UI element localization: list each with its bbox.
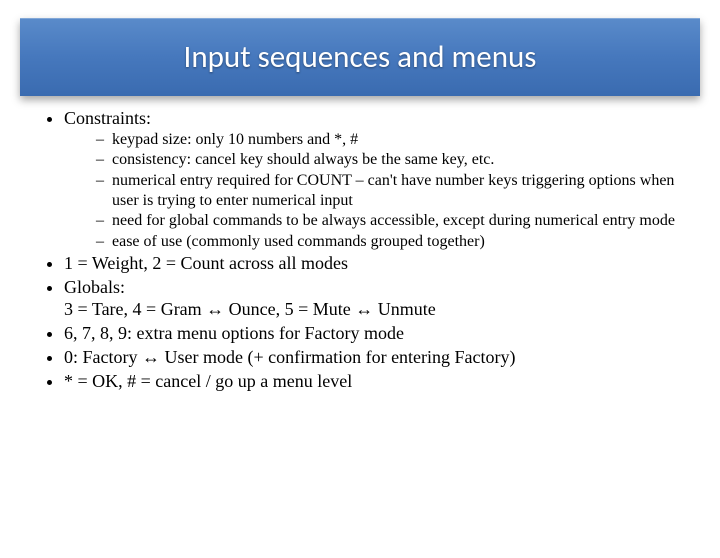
- list-item: keypad size: only 10 numbers and *, #: [96, 130, 684, 150]
- list-item: Constraints: keypad size: only 10 number…: [64, 108, 684, 251]
- content-area: Constraints: keypad size: only 10 number…: [0, 96, 720, 393]
- list-item: consistency: cancel key should always be…: [96, 150, 684, 170]
- bullet-list: Constraints: keypad size: only 10 number…: [36, 108, 684, 393]
- sub-list: keypad size: only 10 numbers and *, # co…: [64, 130, 684, 251]
- title-bar: Input sequences and menus: [20, 18, 700, 96]
- slide-title: Input sequences and menus: [184, 38, 537, 76]
- list-item: 1 = Weight, 2 = Count across all modes: [64, 253, 684, 275]
- list-item: Globals: 3 = Tare, 4 = Gram ↔ Ounce, 5 =…: [64, 277, 684, 321]
- list-item: 0: Factory ↔ User mode (+ confirmation f…: [64, 347, 684, 369]
- list-item: * = OK, # = cancel / go up a menu level: [64, 371, 684, 393]
- list-item: 6, 7, 8, 9: extra menu options for Facto…: [64, 323, 684, 345]
- constraints-label: Constraints:: [64, 108, 151, 128]
- list-item: need for global commands to be always ac…: [96, 211, 684, 231]
- list-item: ease of use (commonly used commands grou…: [96, 232, 684, 252]
- list-item: numerical entry required for COUNT – can…: [96, 171, 684, 210]
